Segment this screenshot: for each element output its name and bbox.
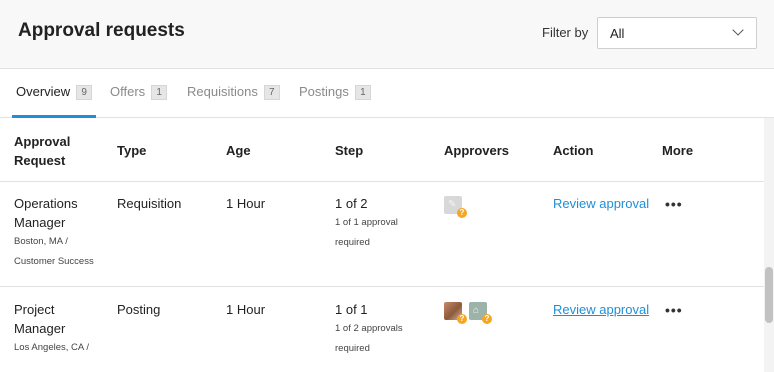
- more-horizontal-icon[interactable]: •••: [665, 303, 683, 317]
- request-step: 1 of 1 1 of 2 approvals required: [335, 300, 403, 359]
- request-type: Requisition: [117, 196, 182, 211]
- filter-dropdown[interactable]: All: [597, 17, 757, 49]
- filter-selected-value: All: [610, 26, 625, 41]
- tab-bar: Overview 9 Offers 1 Requisitions 7 Postings…: [0, 69, 774, 118]
- request-title-text: Operations: [14, 196, 78, 211]
- request-age: 1 Hour: [226, 302, 266, 317]
- review-approval-link[interactable]: Review approval: [553, 196, 649, 211]
- step-note: 1 of 1 approval: [335, 217, 398, 228]
- tab-offers[interactable]: Offers 1: [110, 84, 168, 118]
- step-value: 1 of 1: [335, 302, 368, 317]
- tab-label: Postings: [299, 84, 349, 99]
- review-approval-link[interactable]: Review approval: [553, 302, 649, 317]
- user-icon: ⌂: [473, 305, 480, 316]
- column-header-type[interactable]: Type: [117, 141, 146, 160]
- tab-postings[interactable]: Postings 1: [299, 84, 371, 118]
- pending-status-icon: ?: [457, 314, 467, 324]
- request-title: Operations Manager Boston, MA / Customer…: [14, 194, 94, 272]
- tab-label: Offers: [110, 84, 146, 99]
- request-title: Project Manager Los Angeles, CA /: [14, 300, 89, 358]
- filter-label: Filter by: [542, 25, 589, 40]
- page-header: Approval requests Filter by All: [0, 0, 774, 69]
- tab-requisitions[interactable]: Requisitions 7: [187, 84, 280, 118]
- table-header: Approval Request Type Age Step Approvers…: [0, 118, 764, 182]
- column-header-approvers: Approvers: [444, 143, 510, 158]
- column-header-action: Action: [553, 143, 594, 158]
- more-horizontal-icon[interactable]: •••: [665, 197, 683, 211]
- request-department: Customer Success: [14, 256, 94, 267]
- table-row[interactable]: Project Manager Los Angeles, CA / Postin…: [0, 288, 764, 372]
- step-note: 1 of 2 approvals: [335, 323, 403, 334]
- scrollbar-thumb[interactable]: [765, 267, 773, 323]
- request-age: 1 Hour: [226, 196, 266, 211]
- vertical-scrollbar[interactable]: [764, 118, 774, 372]
- request-title-text: Project: [14, 302, 55, 317]
- tab-count-badge: 1: [151, 85, 168, 100]
- request-type: Posting: [117, 302, 161, 317]
- column-header-approval-request[interactable]: Approval Request: [14, 132, 70, 170]
- pending-status-icon: ?: [482, 314, 492, 324]
- tab-label: Overview: [16, 84, 71, 99]
- table-row[interactable]: Operations Manager Boston, MA / Customer…: [0, 182, 764, 287]
- request-title-text: Manager: [14, 321, 66, 336]
- request-title-text: Manager: [14, 215, 66, 230]
- header-text: Request: [14, 153, 66, 168]
- page-title: Approval requests: [18, 20, 185, 41]
- request-location: Los Angeles, CA /: [14, 342, 89, 353]
- tab-label: Requisitions: [187, 84, 258, 99]
- request-location: Boston, MA /: [14, 236, 68, 247]
- tab-overview[interactable]: Overview 9: [11, 84, 97, 118]
- tab-count-badge: 1: [354, 85, 371, 100]
- pending-status-icon: ?: [457, 208, 467, 218]
- header-text: Approval: [14, 134, 71, 149]
- step-note: required: [335, 237, 370, 248]
- step-value: 1 of 2: [335, 196, 368, 211]
- tab-count-badge: 7: [263, 85, 280, 100]
- column-header-more: More: [662, 143, 694, 158]
- tab-count-badge: 9: [76, 85, 93, 100]
- step-note: required: [335, 343, 370, 354]
- column-header-step[interactable]: Step: [335, 141, 363, 160]
- column-header-age[interactable]: Age: [226, 141, 251, 160]
- user-icon: ✎: [448, 199, 457, 210]
- chevron-down-icon: [732, 24, 744, 36]
- request-step: 1 of 2 1 of 1 approval required: [335, 194, 398, 253]
